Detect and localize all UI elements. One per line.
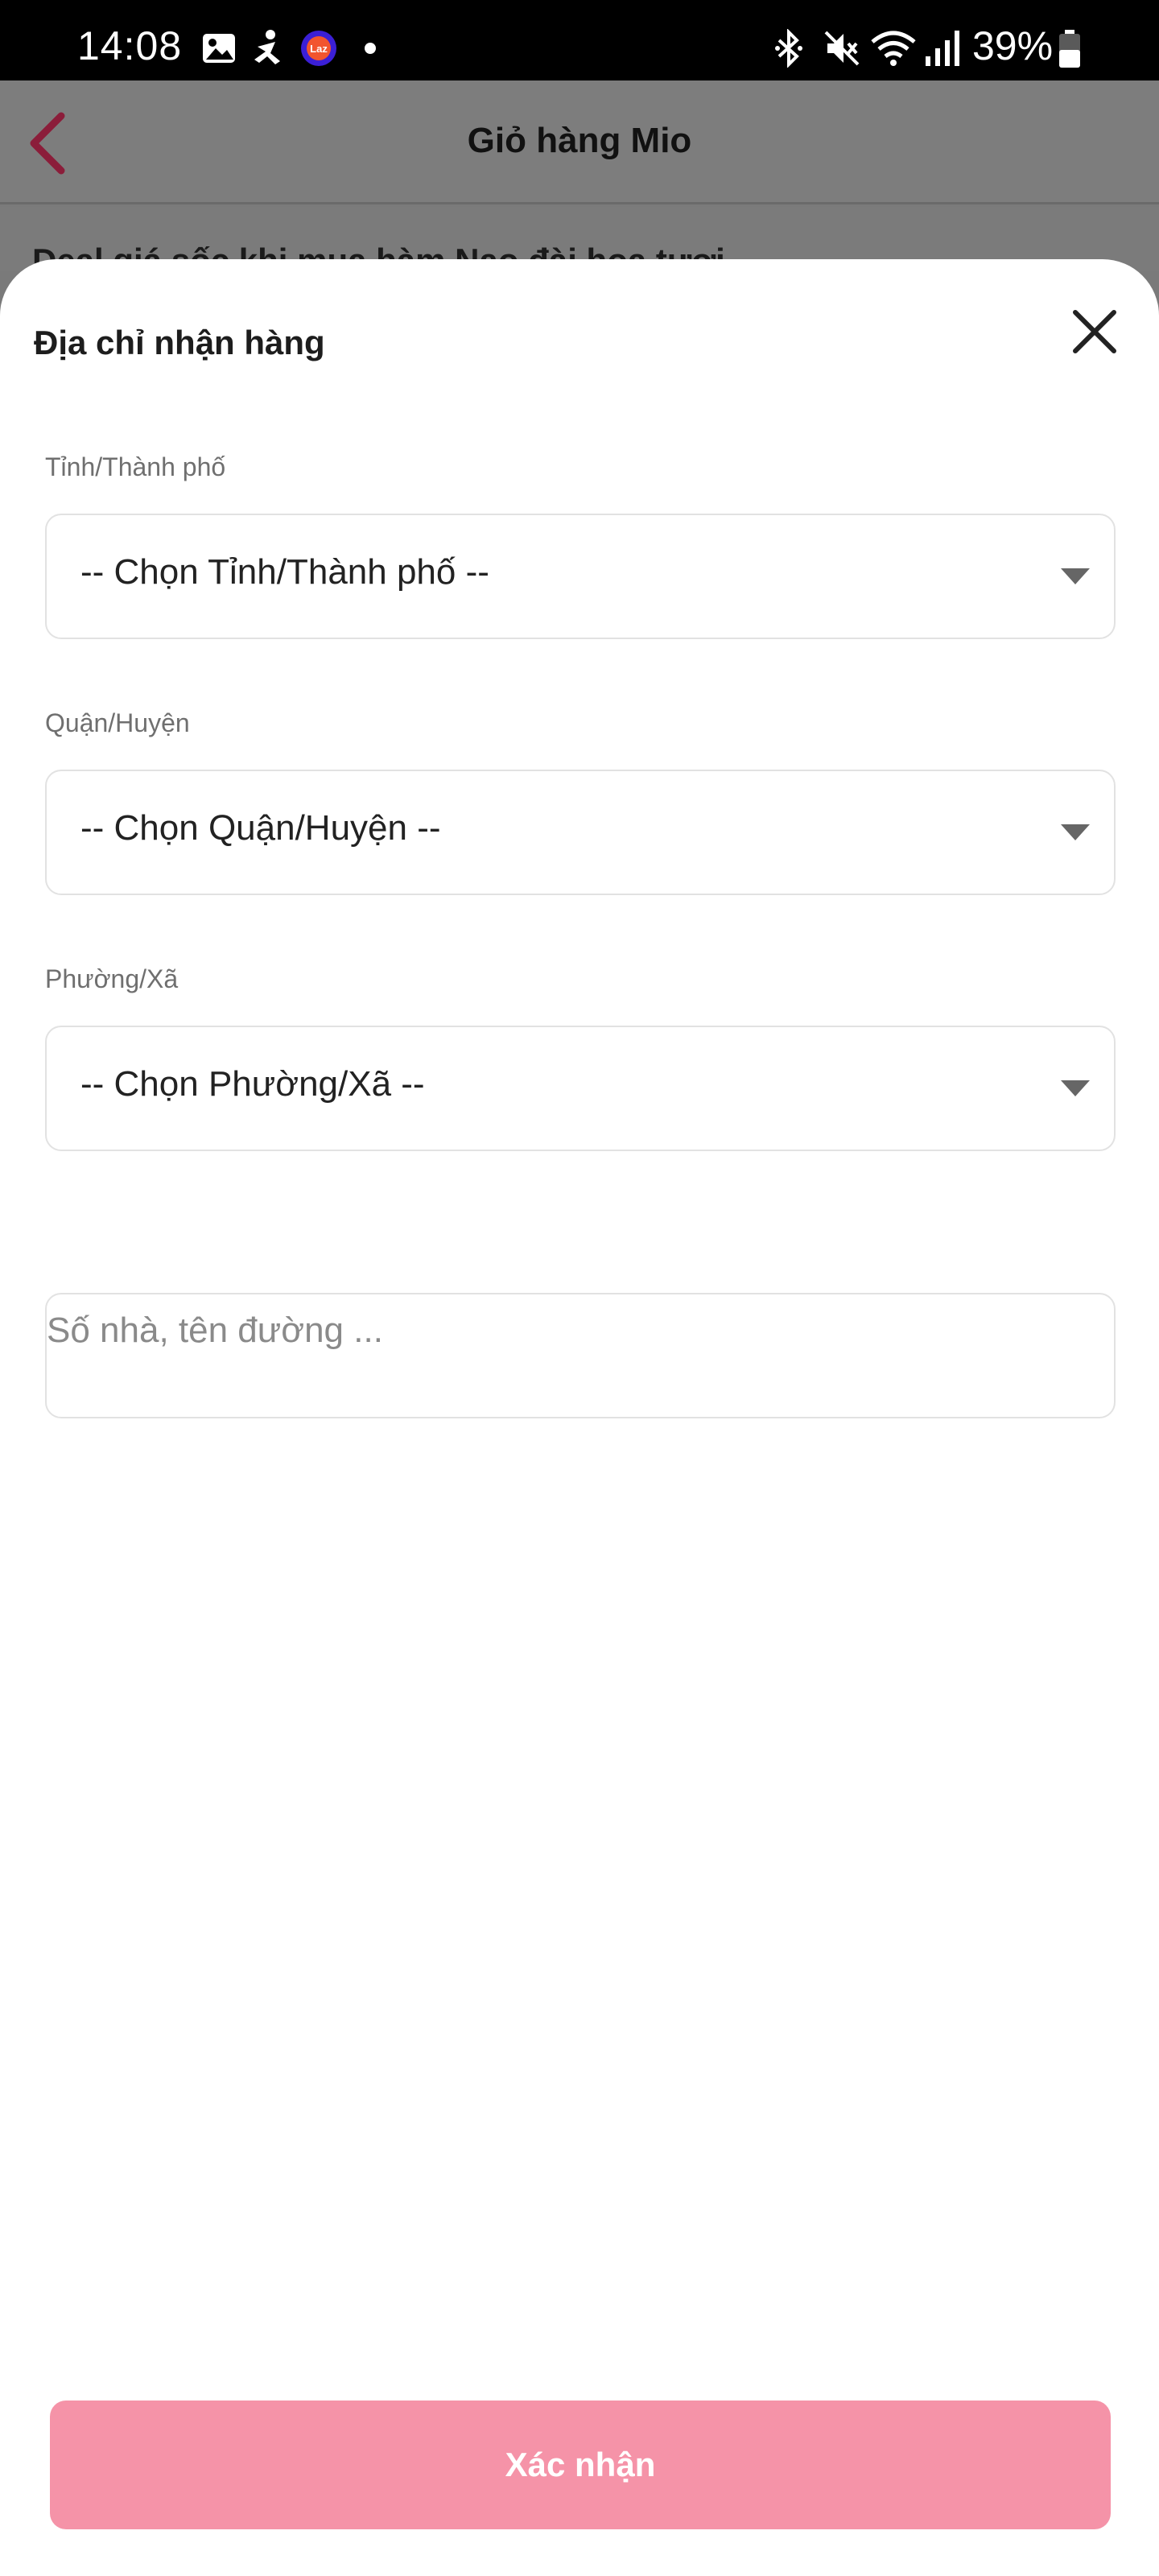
battery-percentage: 39% [972,23,1054,68]
page-title: Giỏ hàng Mio [467,121,692,160]
chevron-down-icon [1061,568,1090,584]
status-bar: 14:08 Laz 39% [0,0,1159,80]
district-label: Quận/Huyện [45,708,190,737]
sheet-title: Địa chỉ nhận hàng [34,324,325,361]
province-select[interactable]: -- Chọn Tỉnh/Thành phố -- [45,514,1116,639]
accessibility-icon [254,30,280,64]
mute-icon [824,31,860,66]
close-icon[interactable] [1062,299,1127,364]
ward-label: Phường/Xã [45,964,179,993]
lazada-icon: Laz [301,31,336,66]
gallery-icon [203,34,235,63]
district-select[interactable]: -- Chọn Quận/Huyện -- [45,770,1116,895]
battery-icon [1059,30,1080,68]
chevron-down-icon [1061,824,1090,840]
address-bottom-sheet: Địa chỉ nhận hàng Tỉnh/Thành phố -- Chọn… [0,259,1159,2576]
street-address-input[interactable] [45,1293,1116,1418]
signal-icon [926,31,959,66]
chevron-down-icon [1061,1080,1090,1096]
confirm-button[interactable]: Xác nhận [50,2401,1111,2529]
wifi-icon [871,31,916,66]
ward-select-value: -- Chọn Phường/Xã -- [80,1064,425,1104]
svg-text:Laz: Laz [310,43,328,55]
street-field-wrapper [45,1293,1116,1418]
district-select-value: -- Chọn Quận/Huyện -- [80,808,441,848]
province-label: Tỉnh/Thành phố [45,452,226,481]
ward-select[interactable]: -- Chọn Phường/Xã -- [45,1026,1116,1151]
status-time: 14:08 [77,23,183,68]
app-header: Giỏ hàng Mio [0,80,1159,204]
bluetooth-icon [775,29,802,68]
province-select-value: -- Chọn Tỉnh/Thành phố -- [80,552,489,592]
dot-icon [365,43,376,54]
